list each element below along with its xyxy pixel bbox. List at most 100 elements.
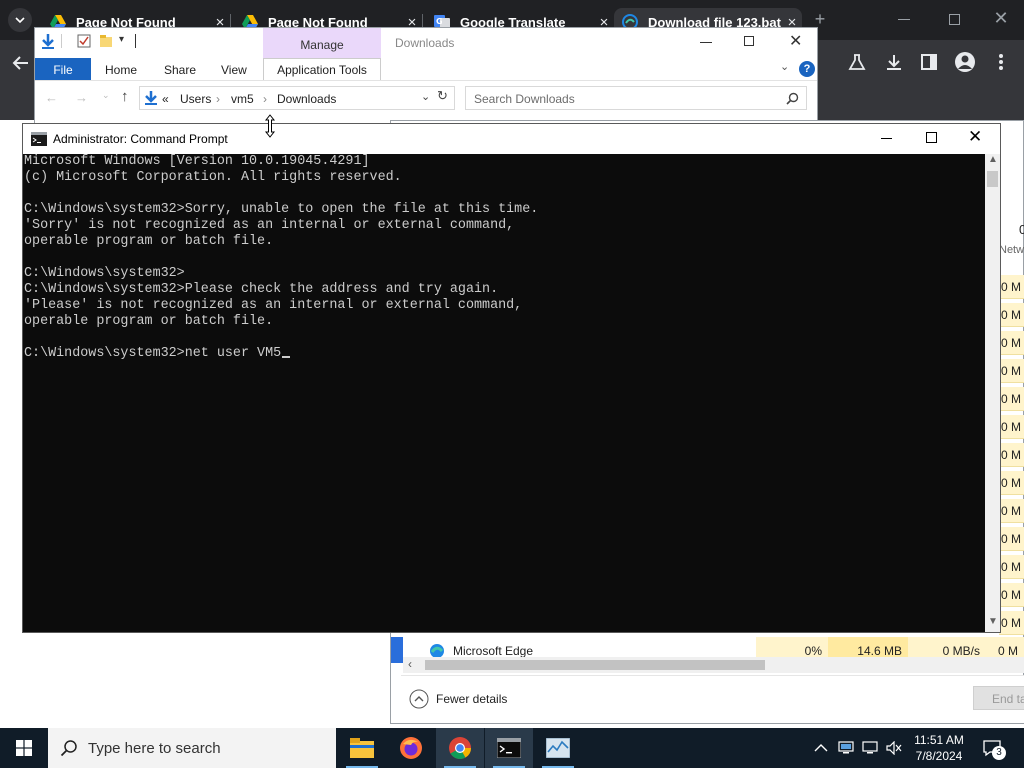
up-arrow-icon[interactable]: ↑	[121, 88, 129, 105]
scroll-up-icon[interactable]: ▲	[988, 154, 998, 165]
chrome-icon	[449, 737, 471, 759]
breadcrumb-vm5[interactable]: vm5	[231, 92, 254, 106]
download-arrow-icon	[145, 91, 157, 105]
restore-icon[interactable]	[949, 14, 960, 25]
tray-monitor[interactable]	[838, 728, 854, 768]
ribbon-tab-share[interactable]: Share	[164, 63, 196, 77]
back-arrow-icon[interactable]	[12, 54, 30, 72]
command-prompt-window[interactable]: Administrator: Command Prompt ✕ Microsof…	[22, 123, 1001, 633]
network-cell: 0 M	[999, 415, 1024, 439]
console-line: 'Please' is not recognized as an interna…	[24, 298, 523, 313]
network-cell: 0 M	[999, 471, 1024, 495]
side-panel-icon[interactable]	[921, 54, 937, 70]
taskbar-chrome[interactable]	[436, 728, 484, 768]
end-task-button[interactable]: End ta	[973, 686, 1024, 710]
end-task-label: End ta	[992, 692, 1024, 706]
more-vert-icon[interactable]	[998, 53, 1004, 71]
tab-search-button[interactable]	[8, 8, 32, 32]
manage-context-group: Manage	[263, 28, 381, 58]
monitor-icon	[838, 741, 854, 754]
qat-separator	[61, 34, 62, 48]
ribbon-expand-icon[interactable]: ⌄	[780, 60, 789, 73]
ribbon-tab-home[interactable]: Home	[105, 63, 137, 77]
refresh-icon[interactable]: ↻	[437, 88, 448, 104]
ribbon-divider	[35, 80, 817, 81]
help-icon[interactable]: ?	[799, 61, 815, 77]
close-window-icon[interactable]: ✕	[992, 8, 1010, 30]
maximize-icon[interactable]	[926, 132, 937, 143]
profile-avatar-icon[interactable]	[954, 51, 976, 73]
taskbar-task-manager[interactable]	[534, 728, 582, 768]
console-output[interactable]: Microsoft Windows [Version 10.0.19045.42…	[23, 154, 985, 632]
breadcrumb-downloads[interactable]: Downloads	[277, 92, 336, 106]
console-input-line[interactable]: C:\Windows\system32>net user VM5	[24, 346, 985, 362]
network-cell: 0 M	[999, 303, 1024, 327]
show-hidden-icons[interactable]	[814, 728, 828, 768]
new-folder-icon[interactable]	[99, 34, 113, 48]
cmd-app-icon	[31, 132, 47, 146]
network-value: 0 M	[998, 644, 1019, 658]
taskbar-command-prompt[interactable]	[485, 728, 533, 768]
scroll-down-icon[interactable]: ▼	[988, 616, 998, 627]
forward-icon[interactable]: →	[75, 90, 88, 105]
horizontal-scrollbar[interactable]: ‹	[403, 657, 1024, 673]
task-manager-footer: Fewer details End ta	[401, 675, 1024, 723]
network-cell: 0 M	[999, 443, 1024, 467]
manage-label: Manage	[300, 38, 344, 52]
tray-network[interactable]	[862, 728, 878, 768]
text-cursor	[282, 356, 291, 358]
console-line: C:\Windows\system32>Sorry, unable to ope…	[24, 202, 539, 217]
properties-checkbox-icon[interactable]	[77, 34, 91, 48]
console-line: 'Sorry' is not recognized as an internal…	[24, 218, 515, 233]
cmd-vertical-scrollbar[interactable]: ▲ ▼	[985, 154, 1000, 632]
chevron-down-icon	[15, 17, 25, 24]
tray-volume[interactable]	[886, 728, 902, 768]
windows-start-icon[interactable]	[16, 740, 32, 756]
taskbar-search-box[interactable]: Type here to search	[48, 728, 336, 768]
terminal-icon	[497, 738, 521, 758]
console-line: C:\Windows\system32>Please check the add…	[24, 282, 499, 297]
close-icon[interactable]: ✕	[968, 127, 982, 147]
minimize-icon[interactable]	[898, 19, 910, 20]
scrollbar-thumb[interactable]	[987, 171, 998, 187]
taskbar-firefox[interactable]	[387, 728, 435, 768]
breadcrumb-users[interactable]: Users	[180, 92, 211, 106]
fewer-details-link[interactable]: Fewer details	[436, 692, 507, 706]
ribbon-tab-view[interactable]: View	[221, 63, 247, 77]
ribbon-tab-application-tools[interactable]: Application Tools	[263, 58, 381, 80]
explorer-search-box[interactable]: Search Downloads	[465, 86, 807, 110]
network-cell: 0 M	[999, 387, 1024, 411]
qat-divider	[135, 34, 136, 48]
breadcrumb-overflow[interactable]: «	[162, 92, 169, 106]
minimize-icon[interactable]	[700, 42, 712, 43]
ribbon-tab-label: Application Tools	[277, 63, 367, 77]
disk-value: 0 MB/s	[942, 644, 980, 658]
maximize-icon[interactable]	[744, 36, 754, 46]
download-icon[interactable]	[885, 53, 903, 71]
process-list-accent	[391, 637, 403, 663]
scrollbar-thumb[interactable]	[425, 660, 765, 670]
ribbon-tab-file[interactable]: File	[35, 58, 91, 80]
notification-center-button[interactable]: 3	[982, 728, 1006, 768]
breadcrumb-separator: ›	[263, 92, 267, 106]
console-line: C:\Windows\system32>	[24, 266, 185, 281]
cmd-title-bar[interactable]: Administrator: Command Prompt ✕	[23, 124, 1000, 154]
search-icon[interactable]	[786, 92, 799, 105]
chevron-up-icon	[814, 744, 828, 752]
cpu-value: 0%	[804, 644, 822, 658]
taskbar-file-explorer[interactable]	[338, 728, 386, 768]
back-icon[interactable]: ←	[45, 90, 58, 105]
recent-dropdown-icon[interactable]: ⌄	[102, 90, 110, 101]
scroll-left-icon[interactable]: ‹	[408, 657, 412, 671]
qat-dropdown-icon[interactable]: ▾	[119, 34, 129, 48]
taskbar-search-placeholder: Type here to search	[88, 739, 221, 757]
close-icon[interactable]: ✕	[789, 31, 802, 51]
clock[interactable]: 11:51 AM 7/8/2024	[914, 728, 964, 768]
collapse-chevron-icon[interactable]	[409, 689, 429, 709]
labs-flask-icon[interactable]	[848, 53, 866, 71]
network-column-header[interactable]: Netw	[999, 244, 1024, 256]
minimize-icon[interactable]	[881, 138, 892, 139]
process-name: Microsoft Edge	[453, 644, 534, 658]
address-dropdown-icon[interactable]: ⌄	[421, 90, 430, 103]
